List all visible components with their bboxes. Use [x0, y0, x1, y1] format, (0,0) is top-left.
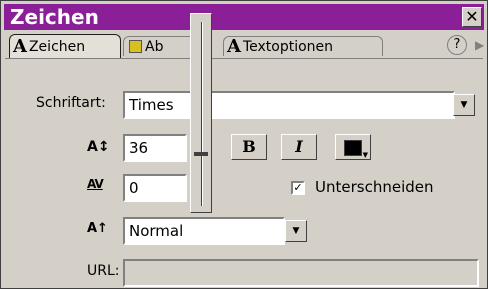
text-options-icon: A [227, 36, 241, 57]
url-input[interactable] [123, 259, 479, 287]
chevron-down-icon: ▼ [460, 100, 468, 110]
tab-zeichen[interactable]: A Zeichen [9, 34, 121, 58]
color-swatch-icon [344, 140, 362, 156]
tab-strip: A Zeichen Ab z A Textoptionen [9, 34, 481, 58]
tab-label: Ab [145, 38, 164, 55]
baseline-dropdown-button[interactable]: ▼ [285, 220, 307, 242]
help-icon: ? [453, 37, 461, 52]
color-button[interactable]: ▼ [335, 134, 371, 160]
character-icon: A [13, 36, 27, 57]
baseline-shift-icon: A↑ [87, 221, 108, 236]
italic-button[interactable]: I [281, 134, 317, 160]
slider-track [201, 22, 203, 206]
close-icon: ✕ [465, 7, 479, 26]
kerning-label: Unterschneiden [315, 178, 434, 196]
character-panel: Zeichen ✕ A Zeichen Ab z A Textoptionen … [0, 0, 488, 289]
right-arrow-icon: ▶ [475, 38, 485, 52]
font-input[interactable]: Times [123, 91, 455, 119]
panel-title: Zeichen [10, 5, 99, 29]
chevron-down-icon: ▼ [292, 226, 300, 236]
kerning-checkbox[interactable]: ✓ [291, 181, 305, 195]
font-label: Schriftart: [36, 95, 106, 111]
font-size-input[interactable]: 36 [123, 134, 187, 162]
tab-textoptionen[interactable]: A Textoptionen [223, 36, 383, 57]
tracking-input[interactable]: 0 [123, 174, 187, 202]
help-button[interactable]: ? [447, 35, 467, 55]
tab-label: Zeichen [28, 38, 86, 55]
tab-label: Textoptionen [242, 38, 334, 55]
slider-thumb[interactable] [194, 151, 208, 156]
title-bar[interactable]: Zeichen ✕ [4, 4, 484, 30]
font-dropdown-button[interactable]: ▼ [453, 94, 475, 116]
chevron-down-icon: ▼ [362, 150, 368, 159]
tab-divider [5, 58, 483, 59]
paragraph-icon [129, 40, 142, 53]
tracking-icon: AV [87, 177, 104, 191]
baseline-input[interactable]: Normal [123, 217, 285, 245]
bold-button[interactable]: B [231, 134, 267, 160]
check-icon: ✓ [293, 181, 303, 194]
close-button[interactable]: ✕ [462, 7, 482, 27]
url-label: URL: [87, 263, 120, 279]
font-size-icon: A↕ [87, 139, 110, 155]
font-size-slider[interactable] [190, 13, 212, 213]
tab-scroll-right[interactable]: ▶ [475, 35, 485, 55]
